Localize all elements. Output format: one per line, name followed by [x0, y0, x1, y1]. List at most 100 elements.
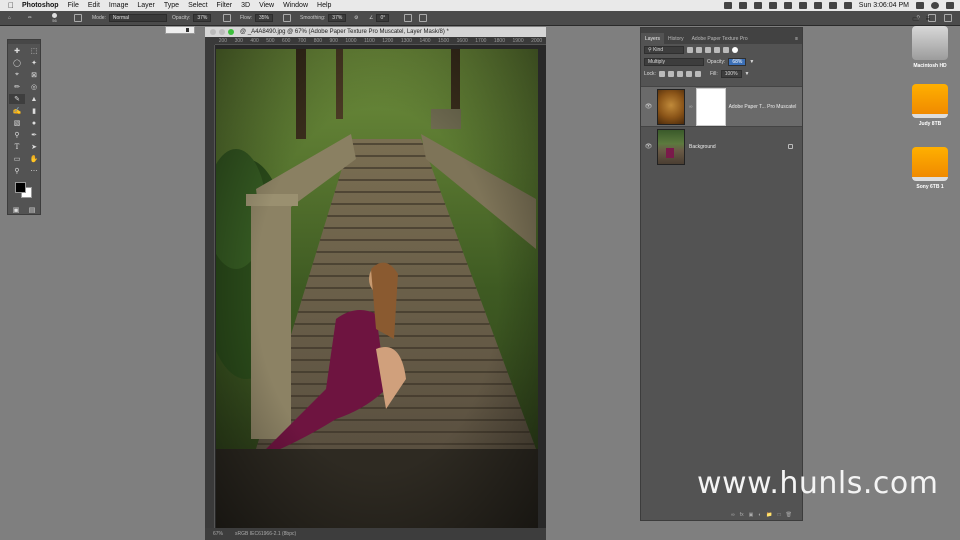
zoom-level[interactable]: 67%: [213, 531, 223, 537]
smoothing-settings-icon[interactable]: ⚙: [354, 13, 358, 23]
type-tool-icon[interactable]: T: [9, 142, 25, 152]
lock-artboard-icon[interactable]: [685, 71, 692, 77]
airbrush-icon[interactable]: [283, 13, 291, 23]
lock-icon[interactable]: [788, 144, 793, 149]
desktop-drive-judy[interactable]: Judy 8TB: [902, 84, 958, 127]
gradient-tool-icon[interactable]: ▧: [9, 118, 25, 128]
menu-help[interactable]: Help: [317, 2, 331, 9]
symmetry-icon[interactable]: [419, 13, 427, 23]
menu-file[interactable]: File: [68, 2, 79, 9]
filter-kind-select[interactable]: ⚲ Kind: [644, 46, 684, 54]
trash-icon[interactable]: 🗑: [786, 512, 792, 518]
crop-tool-icon[interactable]: ⌖: [9, 70, 25, 80]
healing-tool-icon[interactable]: ◎: [26, 82, 42, 92]
search-icon[interactable]: [916, 2, 924, 9]
tab-history[interactable]: History: [664, 33, 688, 44]
menu-select[interactable]: Select: [188, 2, 207, 9]
smart-object-filter-icon[interactable]: [723, 47, 729, 53]
share-icon[interactable]: [944, 13, 952, 23]
type-filter-icon[interactable]: [705, 47, 711, 53]
shape-tool-icon[interactable]: ▭: [9, 154, 25, 164]
link-layers-icon[interactable]: ∞: [731, 512, 735, 518]
opacity-dropdown-icon[interactable]: ▼: [749, 59, 754, 65]
flag-icon[interactable]: [843, 2, 852, 9]
fill-input[interactable]: 100%: [720, 70, 742, 78]
zoom-window-icon[interactable]: [228, 29, 234, 35]
timemachine-icon[interactable]: [753, 2, 762, 9]
pressure-opacity-icon[interactable]: [223, 13, 231, 23]
opacity-input[interactable]: 37%: [193, 14, 212, 22]
list-icon[interactable]: ≡: [926, 14, 931, 23]
shape-filter-icon[interactable]: [714, 47, 720, 53]
layer-opacity-input[interactable]: 68%: [728, 58, 747, 66]
menu-type[interactable]: Type: [164, 2, 179, 9]
app-menu[interactable]: Photoshop: [22, 2, 59, 9]
lock-transparent-icon[interactable]: [658, 71, 665, 77]
blend-mode-select[interactable]: Multiply: [644, 58, 704, 66]
menu-window[interactable]: Window: [283, 2, 308, 9]
canvas-image[interactable]: [216, 49, 538, 531]
apple-menu-icon[interactable]: : [0, 1, 22, 10]
adjustment-layer-icon[interactable]: ◐: [758, 512, 761, 518]
pixel-filter-icon[interactable]: [687, 47, 693, 53]
zoom-tool-icon[interactable]: ⚲: [9, 166, 25, 176]
visibility-eye-icon[interactable]: 👁: [644, 103, 653, 110]
lock-image-icon[interactable]: [667, 71, 674, 77]
siri-icon[interactable]: [931, 2, 939, 9]
marquee-tool-icon[interactable]: ⬚: [26, 46, 42, 56]
mask-link-icon[interactable]: ∞: [689, 104, 693, 110]
menu-filter[interactable]: Filter: [217, 2, 233, 9]
lock-position-icon[interactable]: [676, 71, 683, 77]
desktop-drive-sony[interactable]: Sony 6TB 1: [902, 147, 958, 190]
lock-all-icon[interactable]: [694, 71, 701, 77]
blur-tool-icon[interactable]: ●: [26, 118, 42, 128]
lasso-tool-icon[interactable]: ◯: [9, 58, 25, 68]
menu-layer[interactable]: Layer: [137, 2, 155, 9]
stamp-tool-icon[interactable]: ▲: [26, 94, 42, 104]
hand-tool-icon[interactable]: ✋: [26, 154, 42, 164]
dropbox-icon[interactable]: [738, 2, 747, 9]
layer-row-background[interactable]: 👁 Background: [641, 126, 802, 166]
mode-select[interactable]: Normal: [108, 14, 167, 22]
desktop-drive-macintosh-hd[interactable]: Macintosh HD: [902, 26, 958, 69]
layer-name[interactable]: Background: [689, 144, 716, 150]
pen-tool-icon[interactable]: ✒: [26, 130, 42, 140]
more-tools-icon[interactable]: ⋯: [26, 166, 42, 176]
battery-icon[interactable]: [828, 2, 837, 9]
history-brush-tool-icon[interactable]: ✍: [9, 106, 25, 116]
horizontal-ruler[interactable]: 200 300 400 500 600 700 800 900 1000 1100 1200 1300…: [215, 37, 546, 45]
layer-row-texture[interactable]: 👁 ∞ Adobe Paper T... Pro Muscatel: [641, 86, 802, 126]
eraser-tool-icon[interactable]: ▮: [26, 106, 42, 116]
path-select-tool-icon[interactable]: ➤: [26, 142, 42, 152]
new-layer-icon[interactable]: □: [778, 512, 781, 518]
ruler-origin[interactable]: [205, 37, 215, 45]
tab-layers[interactable]: Layers: [641, 33, 665, 44]
pressure-size-icon[interactable]: [404, 13, 412, 23]
new-group-icon[interactable]: 📁: [766, 512, 772, 518]
fx-icon[interactable]: fx: [740, 512, 744, 518]
notification-center-icon[interactable]: [946, 2, 954, 9]
menu-edit[interactable]: Edit: [88, 2, 100, 9]
smoothing-input[interactable]: 37%: [328, 14, 347, 22]
eyedropper-tool-icon[interactable]: ✏: [9, 82, 25, 92]
layer-name[interactable]: Adobe Paper T... Pro Muscatel: [729, 104, 797, 110]
brush-tool-icon[interactable]: ✎: [9, 94, 25, 104]
quick-select-tool-icon[interactable]: ✦: [26, 58, 42, 68]
menu-3d[interactable]: 3D: [241, 2, 250, 9]
layer-thumbnail[interactable]: [657, 88, 685, 125]
menu-view[interactable]: View: [259, 2, 274, 9]
clock[interactable]: Sun 3:06:04 PM: [859, 2, 909, 9]
vertical-ruler[interactable]: [205, 45, 215, 540]
close-window-icon[interactable]: [210, 29, 216, 35]
tab-paper-texture[interactable]: Adobe Paper Texture Pro: [688, 33, 752, 44]
frame-tool-icon[interactable]: ⊠: [26, 70, 42, 80]
monitor-icon[interactable]: ▭: [912, 14, 920, 23]
minimize-window-icon[interactable]: [219, 29, 225, 35]
color-profile[interactable]: sRGB IEC61966-2.1 (8bpc): [235, 531, 296, 537]
screen-mode-icon[interactable]: ▤: [24, 205, 40, 215]
add-mask-icon[interactable]: ▣: [749, 512, 754, 518]
visibility-eye-icon[interactable]: 👁: [644, 143, 653, 150]
angle-input[interactable]: 0°: [376, 14, 390, 22]
dodge-tool-icon[interactable]: ⚲: [9, 130, 25, 140]
flow-input[interactable]: 35%: [254, 14, 273, 22]
